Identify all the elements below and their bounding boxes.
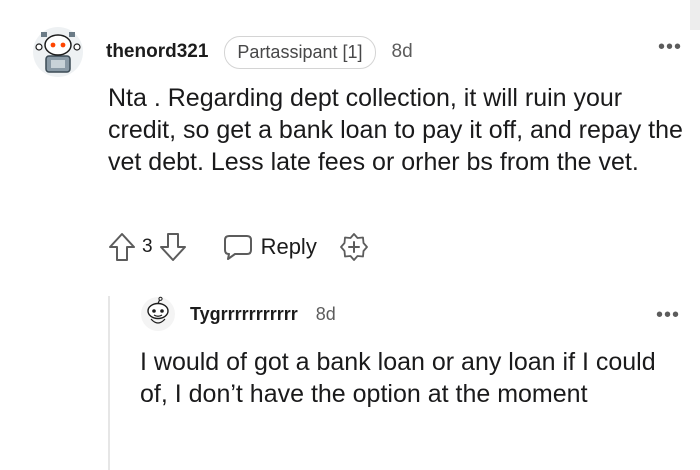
timestamp[interactable]: 8d [392, 41, 413, 63]
chat-bubble-icon [223, 235, 252, 260]
comment-header: thenord321 Partassipant [1] 8d [32, 26, 682, 78]
add-award-icon [339, 233, 368, 261]
comment-actions: 3 Reply [108, 232, 369, 262]
thread-line[interactable] [108, 296, 110, 470]
comment: thenord321 Partassipant [1] 8d ••• Nta .… [32, 26, 683, 178]
avatar[interactable] [32, 26, 84, 78]
reply-comment: Tygrrrrrrrrrrr 8d ••• I would of got a b… [140, 296, 680, 410]
arrow-up-icon[interactable] [108, 232, 136, 262]
avatar[interactable] [140, 296, 176, 332]
add-award-button[interactable] [339, 232, 369, 262]
username[interactable]: thenord321 [106, 41, 208, 63]
more-options-icon[interactable]: ••• [658, 36, 682, 59]
reply-button[interactable]: Reply [223, 233, 317, 261]
timestamp[interactable]: 8d [316, 304, 336, 325]
more-options-icon[interactable]: ••• [656, 304, 680, 327]
comment-body: I would of got a bank loan or any loan i… [140, 348, 656, 408]
username[interactable]: Tygrrrrrrrrrrr [190, 304, 298, 325]
scrollbar[interactable] [690, 0, 700, 30]
user-flair: Partassipant [1] [224, 35, 376, 69]
vote-count: 3 [142, 236, 153, 257]
comment-body: Nta . Regarding dept collection, it will… [108, 84, 683, 176]
arrow-down-icon[interactable] [159, 232, 187, 262]
comment-header: Tygrrrrrrrrrrr 8d [140, 296, 680, 332]
vote-control: 3 [108, 232, 187, 262]
reply-label: Reply [260, 234, 317, 259]
